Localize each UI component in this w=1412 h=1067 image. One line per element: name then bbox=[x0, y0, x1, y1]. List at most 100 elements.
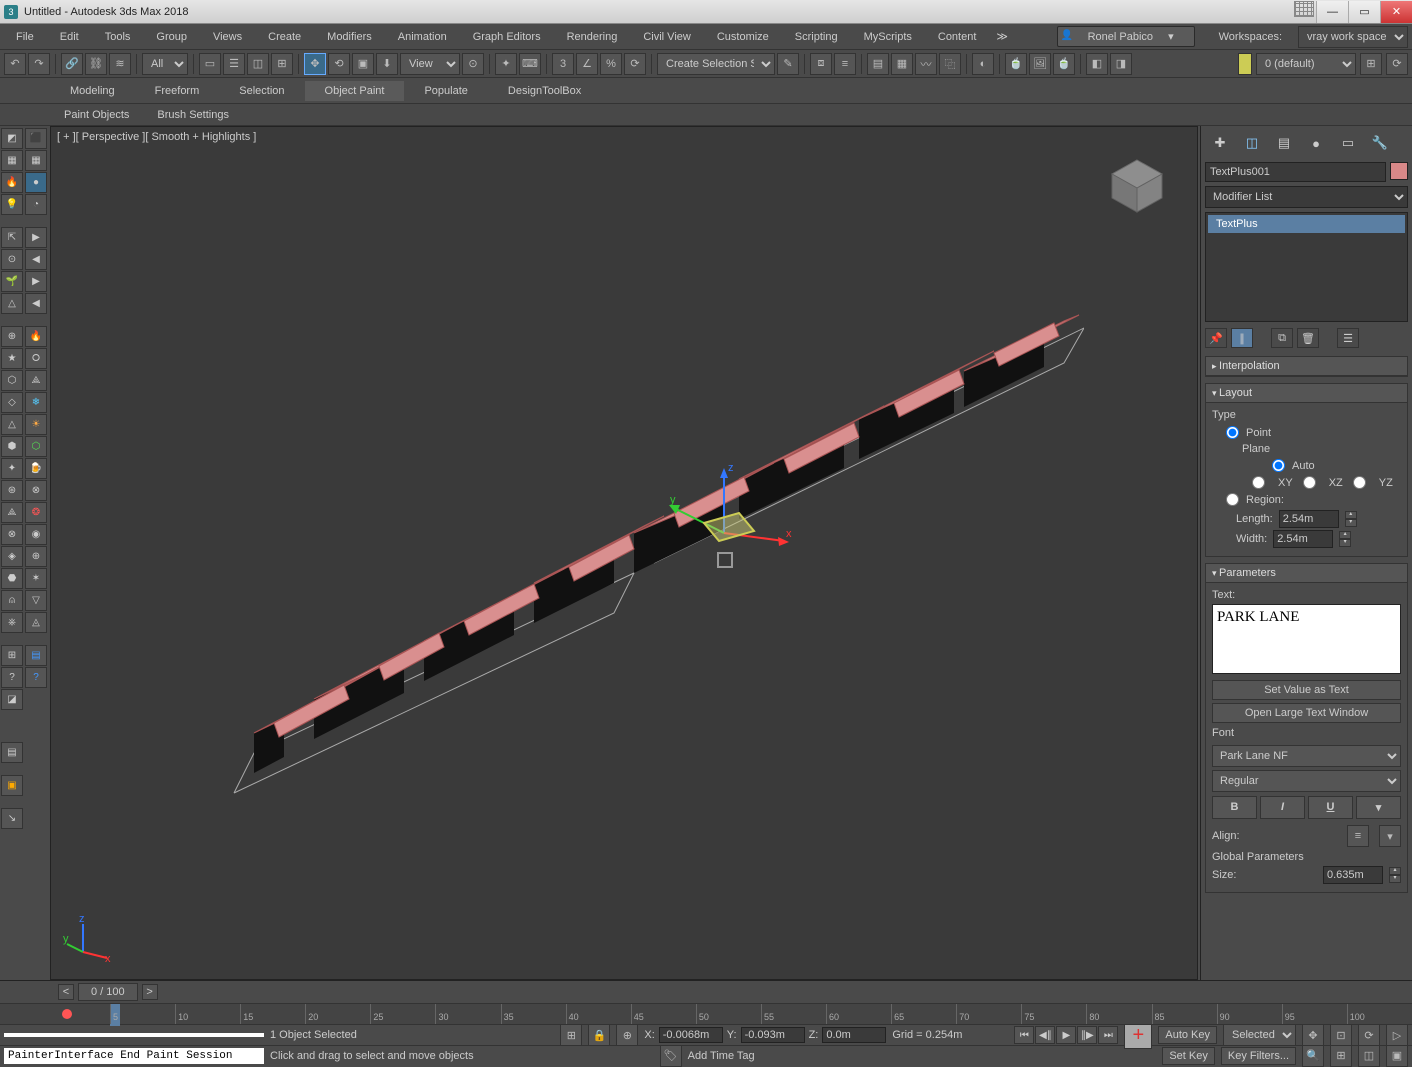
tool-icon[interactable]: ◩ bbox=[1, 128, 23, 149]
tool-icon[interactable]: ◔ bbox=[25, 194, 47, 215]
tool-icon[interactable]: ⇱ bbox=[1, 227, 23, 248]
set-key-big-button[interactable]: + bbox=[1124, 1021, 1152, 1049]
modifier-stack[interactable]: TextPlus bbox=[1205, 212, 1408, 322]
maxscript-mini-listener[interactable] bbox=[4, 1033, 264, 1037]
tool-icon[interactable]: ⍝ bbox=[1, 590, 23, 611]
toggle-ribbon-button[interactable]: ▦ bbox=[891, 53, 913, 75]
ribbon-tab-freeform[interactable]: Freeform bbox=[135, 81, 220, 101]
tool-icon[interactable]: △ bbox=[1, 293, 23, 314]
display-panel-tab[interactable]: ▭ bbox=[1335, 132, 1361, 154]
extra-tool-2[interactable]: ⟳ bbox=[1386, 53, 1408, 75]
tool-icon[interactable]: ◪ bbox=[1, 689, 23, 710]
width-up[interactable]: ▴ bbox=[1339, 531, 1351, 539]
nav-zoom-icon[interactable]: 🔍 bbox=[1302, 1045, 1324, 1067]
tool-icon[interactable]: ? bbox=[1, 667, 23, 688]
tool-icon[interactable]: ❄ bbox=[25, 392, 47, 413]
timeline-prev-button[interactable]: < bbox=[58, 984, 74, 1000]
selection-region-button[interactable]: ◫ bbox=[247, 53, 269, 75]
unlink-button[interactable]: ⛓ bbox=[85, 53, 107, 75]
tool-icon[interactable]: ⟁ bbox=[1, 502, 23, 523]
make-unique-button[interactable]: ⧉ bbox=[1271, 328, 1293, 348]
lock-icon[interactable]: 🔒 bbox=[588, 1024, 610, 1046]
tool-icon[interactable]: ◀ bbox=[25, 249, 47, 270]
prev-frame-button[interactable]: ◀∥ bbox=[1035, 1026, 1055, 1044]
tool-icon[interactable]: ⊙ bbox=[1, 249, 23, 270]
menu-file[interactable]: File bbox=[4, 27, 46, 47]
tool-icon[interactable]: ⟁ bbox=[25, 370, 47, 391]
tool-icon[interactable]: ▤ bbox=[25, 645, 47, 666]
remove-modifier-button[interactable]: 🗑 bbox=[1297, 328, 1319, 348]
render-vp-button[interactable]: ◨ bbox=[1110, 53, 1132, 75]
size-down[interactable]: ▾ bbox=[1389, 875, 1401, 883]
tool-icon[interactable]: 🔥 bbox=[25, 326, 47, 347]
tool-icon[interactable]: ⊕ bbox=[25, 546, 47, 567]
object-color-swatch[interactable] bbox=[1390, 162, 1408, 180]
tool-icon[interactable]: ⬡ bbox=[1, 370, 23, 391]
next-frame-button[interactable]: ∥▶ bbox=[1077, 1026, 1097, 1044]
tool-icon[interactable]: ☀ bbox=[25, 414, 47, 435]
menu-tools[interactable]: Tools bbox=[93, 27, 143, 47]
link-button[interactable]: 🔗 bbox=[61, 53, 83, 75]
redo-button[interactable]: ↷ bbox=[28, 53, 50, 75]
time-tag-icon[interactable]: 🏷 bbox=[660, 1045, 682, 1067]
tool-icon[interactable]: ⊗ bbox=[25, 480, 47, 501]
plane-xz-radio[interactable] bbox=[1303, 476, 1316, 489]
window-crossing-button[interactable]: ⊞ bbox=[271, 53, 293, 75]
time-ruler[interactable]: 5101520253035404550556065707580859095100 bbox=[0, 1003, 1412, 1025]
size-up[interactable]: ▴ bbox=[1389, 867, 1401, 875]
tool-icon[interactable]: ⭘ bbox=[25, 348, 47, 369]
nav-orbit-icon[interactable]: ⟳ bbox=[1358, 1024, 1380, 1046]
menu-animation[interactable]: Animation bbox=[386, 27, 459, 47]
tool-icon[interactable]: ⬡ bbox=[25, 436, 47, 457]
play-button[interactable]: ▶ bbox=[1056, 1026, 1076, 1044]
manipulate-button[interactable]: ✦ bbox=[495, 53, 517, 75]
tool-icon[interactable]: 🔥 bbox=[1, 172, 23, 193]
modify-panel-tab[interactable]: ◫ bbox=[1239, 132, 1265, 154]
schematic-view-button[interactable]: ⿻ bbox=[939, 53, 961, 75]
pivot-center-button[interactable]: ⊙ bbox=[462, 53, 484, 75]
hierarchy-panel-tab[interactable]: ▤ bbox=[1271, 132, 1297, 154]
maxscript-output[interactable]: PainterInterface End Paint Session bbox=[4, 1048, 264, 1064]
align-more-button[interactable]: ▾ bbox=[1379, 825, 1401, 847]
tool-icon[interactable]: ▦ bbox=[25, 150, 47, 171]
tool-icon[interactable]: ↘ bbox=[1, 808, 23, 829]
tool-icon[interactable]: ⊞ bbox=[1, 645, 23, 666]
tool-icon[interactable]: ⊗ bbox=[1, 524, 23, 545]
mirror-button[interactable]: ⧈ bbox=[810, 53, 832, 75]
menu-content[interactable]: Content bbox=[926, 27, 989, 47]
ssr-button[interactable]: ◧ bbox=[1086, 53, 1108, 75]
tool-icon[interactable]: ⬛ bbox=[25, 128, 47, 149]
nav-zoom-extents-icon[interactable]: ⊡ bbox=[1330, 1024, 1352, 1046]
timeline-next-button[interactable]: > bbox=[142, 984, 158, 1000]
menu-views[interactable]: Views bbox=[201, 27, 254, 47]
minimize-button[interactable]: — bbox=[1316, 1, 1348, 23]
coord-z-input[interactable] bbox=[822, 1027, 886, 1043]
layout-region-radio[interactable] bbox=[1226, 493, 1239, 506]
length-down[interactable]: ▾ bbox=[1345, 519, 1357, 527]
autokey-button[interactable]: Auto Key bbox=[1158, 1026, 1217, 1044]
named-selection-sets[interactable]: Create Selection Se bbox=[657, 53, 775, 75]
tool-icon[interactable]: ◇ bbox=[1, 392, 23, 413]
menu-edit[interactable]: Edit bbox=[48, 27, 91, 47]
ribbon-tab-selection[interactable]: Selection bbox=[219, 81, 304, 101]
keyfilters-button[interactable]: Key Filters... bbox=[1221, 1047, 1296, 1065]
snap-toggle-button[interactable]: 3 bbox=[552, 53, 574, 75]
open-large-text-button[interactable]: Open Large Text Window bbox=[1212, 703, 1401, 723]
font-family-select[interactable]: Park Lane NF bbox=[1212, 745, 1401, 767]
tool-icon[interactable]: 🍺 bbox=[25, 458, 47, 479]
extra-tool-1[interactable]: ⊞ bbox=[1360, 53, 1382, 75]
select-place-button[interactable]: ⬇ bbox=[376, 53, 398, 75]
tool-icon[interactable]: ⎈ bbox=[1, 612, 23, 633]
menu-myscripts[interactable]: MyScripts bbox=[852, 27, 924, 47]
tool-icon[interactable]: ▣ bbox=[1, 775, 23, 796]
nav-zoom-all-icon[interactable]: ⊞ bbox=[1330, 1045, 1352, 1067]
goto-start-button[interactable]: ⏮ bbox=[1014, 1026, 1034, 1044]
motion-panel-tab[interactable]: ● bbox=[1303, 132, 1329, 154]
layer-explorer-button[interactable]: ▤ bbox=[867, 53, 889, 75]
modifier-list-dropdown[interactable]: Modifier List bbox=[1205, 186, 1408, 208]
italic-button[interactable]: I bbox=[1260, 796, 1305, 819]
tool-icon[interactable]: ▶ bbox=[25, 271, 47, 292]
length-up[interactable]: ▴ bbox=[1345, 511, 1357, 519]
brush-settings-tab[interactable]: Brush Settings bbox=[143, 106, 243, 124]
tool-icon[interactable]: ? bbox=[25, 667, 47, 688]
